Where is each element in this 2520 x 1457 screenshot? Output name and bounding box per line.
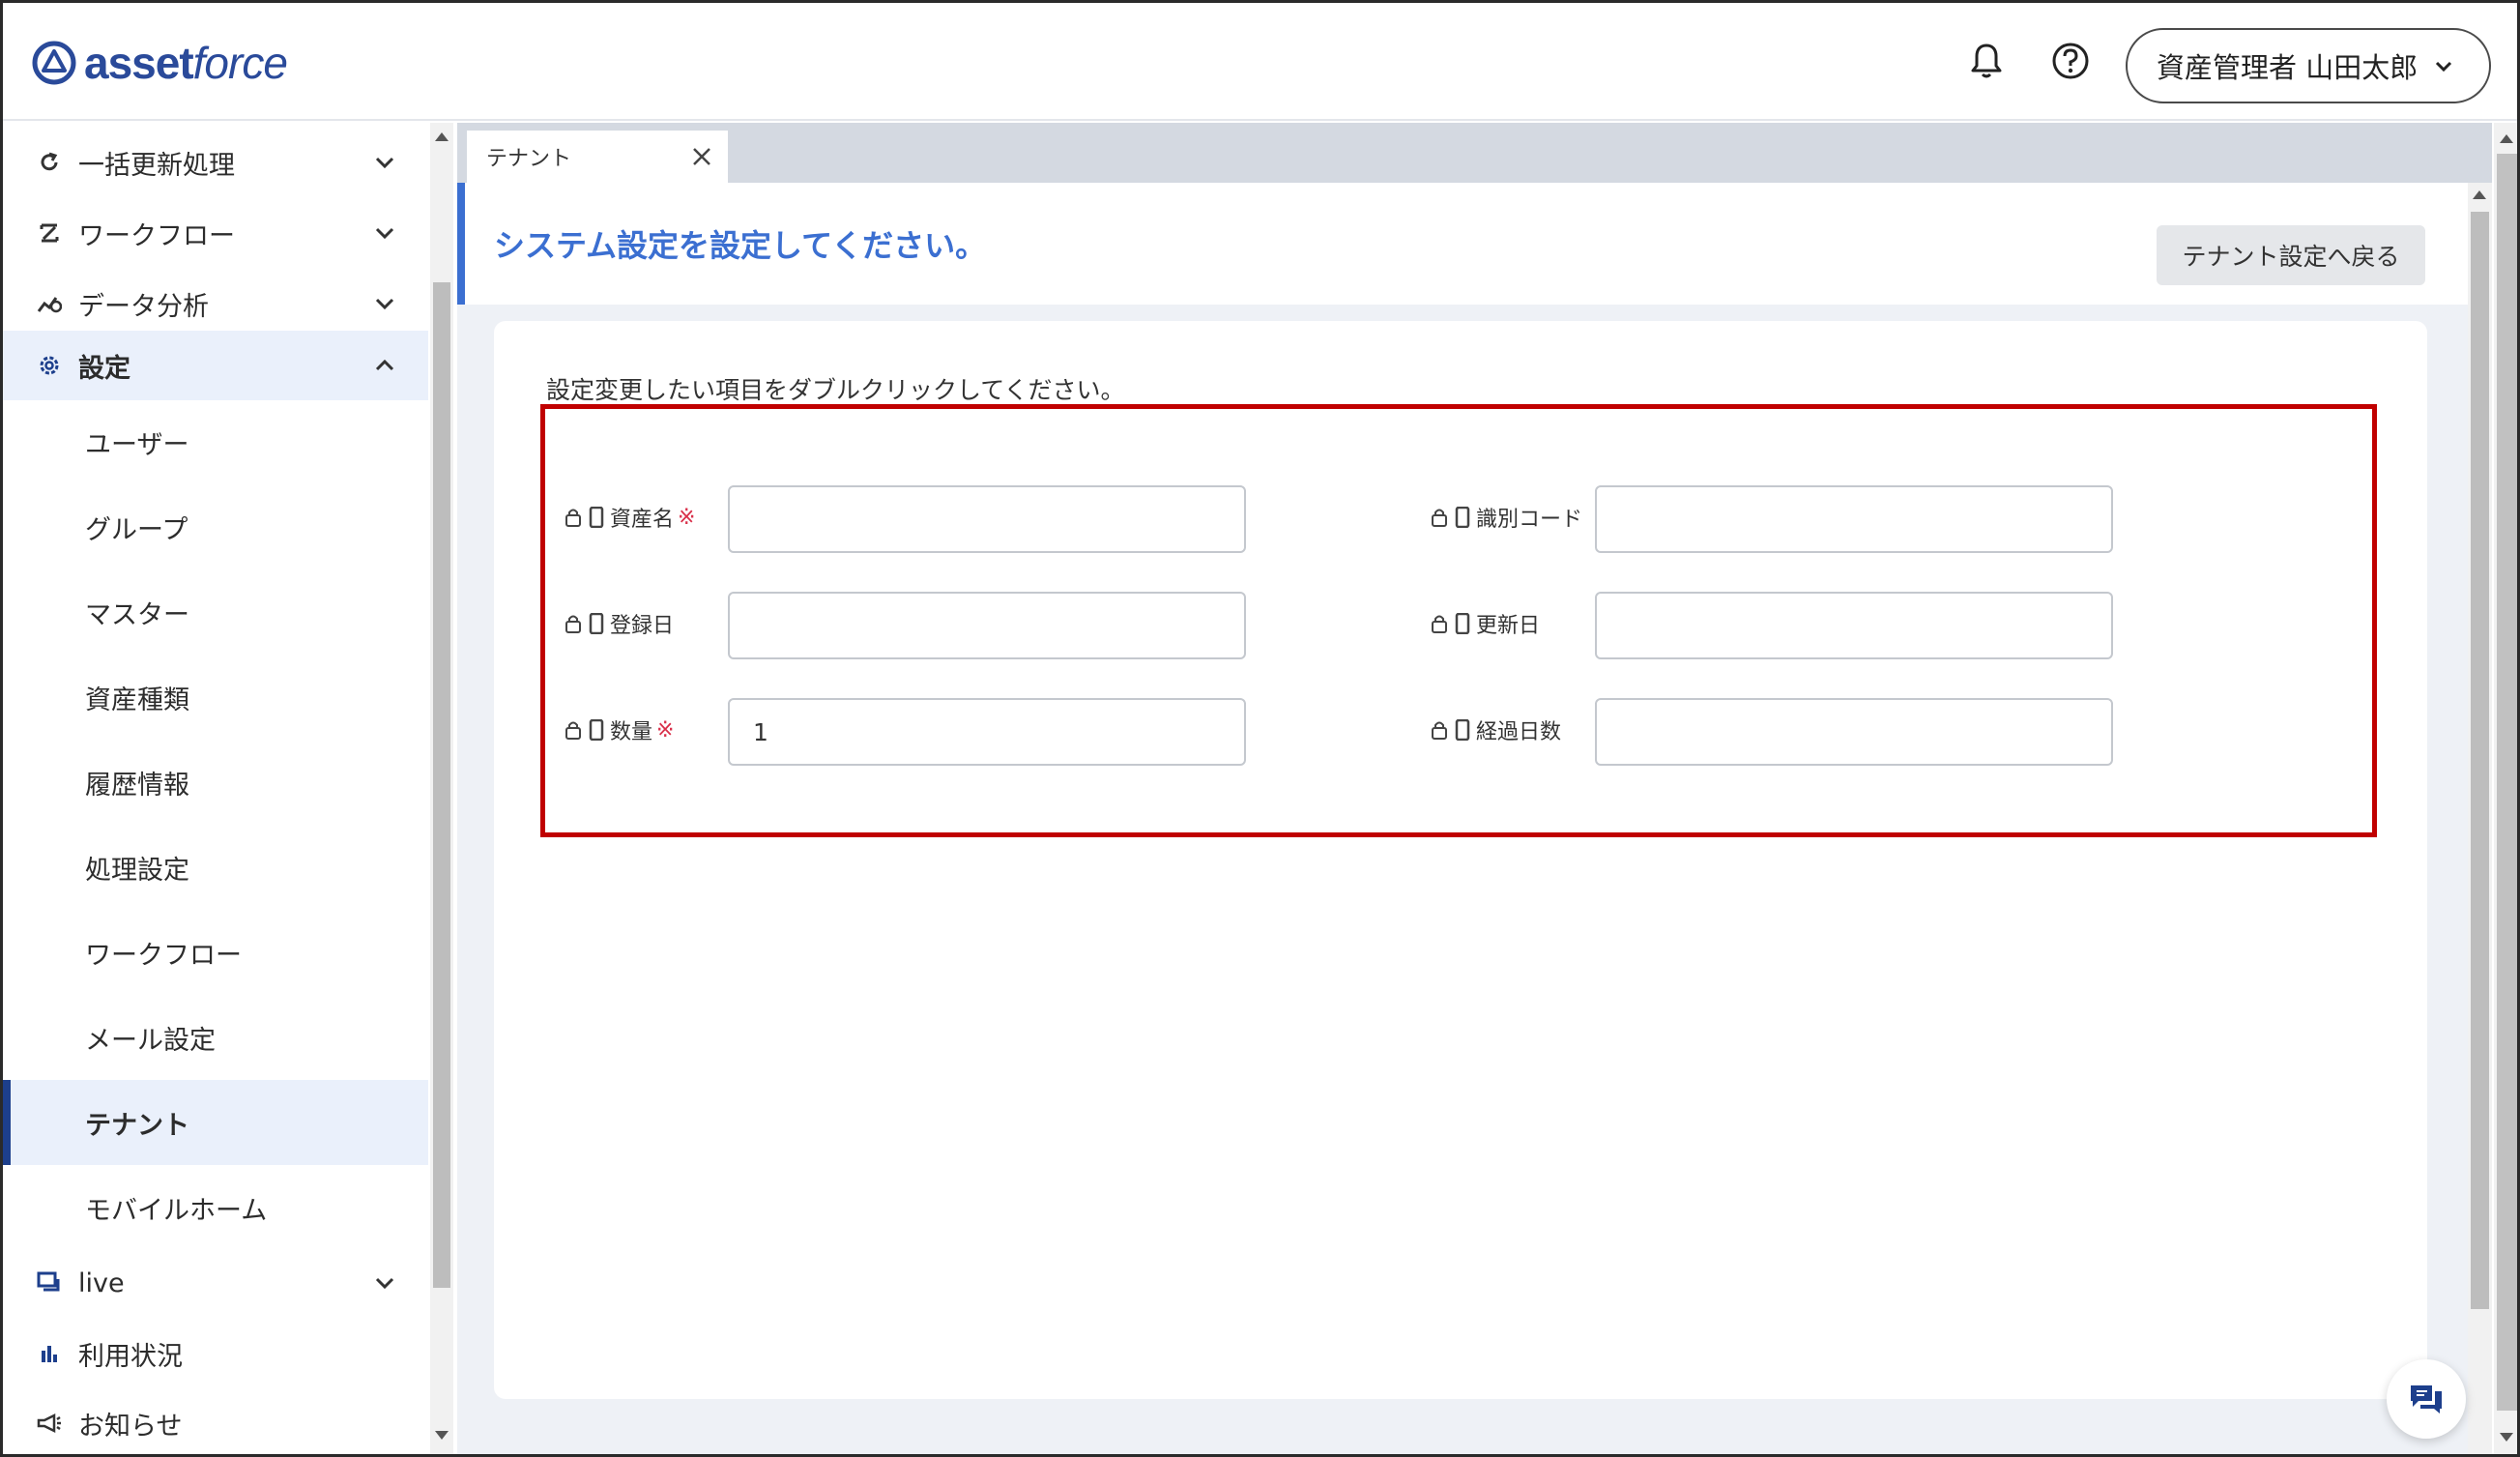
megaphone-icon [36, 1410, 63, 1437]
required-mark: ※ [656, 717, 675, 743]
sidebar-item-live[interactable]: live [3, 1248, 428, 1318]
field-label-quantity: 数量 ※ [564, 714, 674, 745]
field-label-elapsed-days: 経過日数 [1430, 714, 1561, 745]
sidebar-scrollbar[interactable] [430, 123, 453, 1454]
instruction-text: 設定変更したい項目をダブルクリックしてください。 [546, 376, 1125, 404]
sidebar-subitem-history[interactable]: 履歴情報 [3, 740, 428, 825]
logo[interactable]: assetforce [32, 34, 288, 92]
registration-date-field[interactable] [728, 592, 1246, 659]
sidebar-subitem-mobile-home[interactable]: モバイルホーム [3, 1165, 428, 1250]
lock-icon [1432, 509, 1447, 527]
sidebar-subitem-workflow[interactable]: ワークフロー [3, 910, 428, 995]
lock-icon [1432, 615, 1447, 633]
scroll-down-arrow-icon[interactable] [2500, 1433, 2513, 1442]
sidebar-item-bulk-update[interactable]: 一括更新処理 [3, 128, 428, 197]
user-name: 資産管理者 山田太郎 [2157, 51, 2419, 84]
sidebar-subitem-groups[interactable]: グループ [3, 484, 428, 569]
mobile-icon [1455, 719, 1470, 741]
sidebar-item-data-analysis[interactable]: データ分析 [3, 269, 428, 338]
sidebar-subitem-users[interactable]: ユーザー [3, 399, 428, 484]
required-mark: ※ [678, 505, 696, 530]
back-to-tenant-settings-button[interactable]: テナント設定へ戻る [2157, 225, 2425, 285]
sidebar-subitem-tenant[interactable]: テナント [3, 1080, 428, 1165]
logo-text: assetforce [84, 38, 288, 88]
mobile-icon [1455, 507, 1470, 528]
tab-label: テナント [486, 147, 572, 171]
main-content: テナント システム設定を設定してください。 テナント設定へ戻る 設定変更したい項… [457, 123, 2492, 1454]
scroll-up-arrow-icon[interactable] [2473, 190, 2486, 199]
elapsed-days-field[interactable] [1595, 698, 2113, 766]
sidebar-scrollbar-thumb[interactable] [433, 282, 450, 1288]
lock-icon [565, 721, 581, 740]
sidebar-subitem-mail[interactable]: メール設定 [3, 995, 428, 1080]
chevron-down-icon [2436, 61, 2452, 73]
bell-icon[interactable] [1963, 38, 2010, 84]
active-indicator [3, 1080, 11, 1165]
quantity-field[interactable]: 1 [728, 698, 1246, 766]
lock-icon [565, 615, 581, 633]
mobile-icon [589, 719, 604, 741]
user-menu-button[interactable]: 資産管理者 山田太郎 [2126, 28, 2491, 103]
chevron-down-icon [375, 157, 394, 169]
lock-icon [1432, 721, 1447, 740]
settings-card: 設定変更したい項目をダブルクリックしてください。 資産名※ 識別コード 登録日 [494, 321, 2427, 1399]
chat-icon [2411, 1385, 2442, 1413]
scroll-up-arrow-icon[interactable] [435, 132, 449, 141]
page-title: システム設定を設定してください。 [494, 227, 987, 264]
main-scrollbar[interactable] [2468, 183, 2492, 1454]
field-label-identification-code: 識別コード [1430, 502, 1582, 533]
field-label-registration-date: 登録日 [564, 608, 674, 639]
main-scrollbar-thumb[interactable] [2471, 212, 2489, 1309]
sidebar-subitem-processing[interactable]: 処理設定 [3, 825, 428, 910]
tab-bar: テナント [457, 123, 2492, 183]
close-icon[interactable] [689, 144, 714, 169]
update-date-field[interactable] [1595, 592, 2113, 659]
live-chat-icon [36, 1269, 63, 1297]
bar-chart-icon [36, 1340, 63, 1367]
app-window: assetforce 資産管理者 山田太郎 一括更新処理 ワークフロー データ分… [0, 0, 2520, 1457]
page-header: システム設定を設定してください。 テナント設定へ戻る [457, 183, 2468, 305]
mobile-icon [589, 613, 604, 634]
analytics-icon [36, 290, 63, 317]
chevron-down-icon [375, 227, 394, 240]
workflow-icon [36, 219, 63, 247]
sidebar-item-settings[interactable]: 設定 [3, 331, 428, 400]
field-label-asset-name: 資産名 ※ [564, 502, 695, 533]
sidebar-subitem-master[interactable]: マスター [3, 569, 428, 655]
scroll-up-arrow-icon[interactable] [2500, 134, 2513, 143]
window-scrollbar[interactable] [2494, 123, 2517, 1454]
chevron-up-icon [375, 359, 394, 371]
asset-name-field[interactable] [728, 485, 1246, 553]
chevron-down-icon [375, 298, 394, 310]
chevron-down-icon [375, 1277, 394, 1290]
field-label-update-date: 更新日 [1430, 608, 1540, 639]
sidebar-item-usage[interactable]: 利用状況 [3, 1319, 428, 1388]
help-icon[interactable] [2047, 38, 2094, 84]
sidebar-subitem-asset-types[interactable]: 資産種類 [3, 655, 428, 740]
top-header: assetforce 資産管理者 山田太郎 [3, 3, 2517, 121]
identification-code-field[interactable] [1595, 485, 2113, 553]
logo-mark-icon [32, 41, 76, 85]
gear-icon [36, 352, 63, 379]
chat-button[interactable] [2387, 1359, 2466, 1439]
sidebar: 一括更新処理 ワークフロー データ分析 設定 ユーザー グループ マスター 資産… [3, 123, 428, 1454]
refresh-icon [36, 149, 63, 176]
mobile-icon [589, 507, 604, 528]
lock-icon [565, 509, 581, 527]
window-scrollbar-thumb[interactable] [2497, 154, 2517, 1411]
sidebar-item-notices[interactable]: お知らせ [3, 1388, 428, 1454]
sidebar-item-workflow[interactable]: ワークフロー [3, 198, 428, 268]
scroll-down-arrow-icon[interactable] [435, 1431, 449, 1440]
mobile-icon [1455, 613, 1470, 634]
tab-tenant[interactable]: テナント [467, 131, 728, 183]
